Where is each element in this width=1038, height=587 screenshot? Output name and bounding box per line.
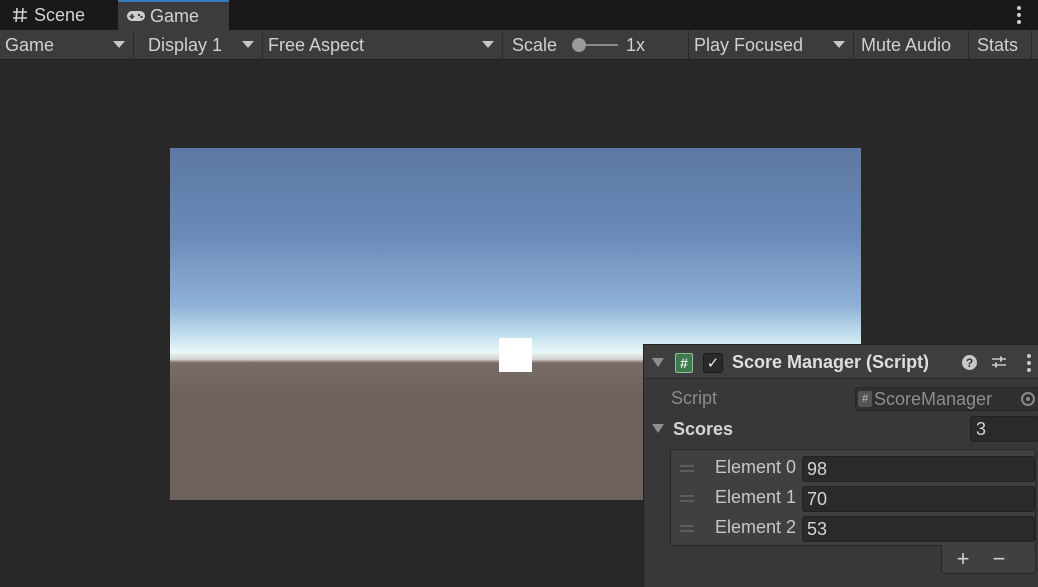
scores-size-field[interactable]: 3 — [970, 416, 1038, 442]
mute-audio-label: Mute Audio — [861, 34, 952, 55]
view-mode-label: Game — [5, 34, 55, 55]
tab-game-label: Game — [150, 5, 200, 26]
view-mode-dropdown[interactable]: Game — [0, 30, 134, 60]
scale-value: 1x — [626, 34, 646, 55]
chevron-down-icon — [833, 41, 845, 48]
component-menu-icon[interactable] — [1026, 354, 1032, 372]
window-tab-bar: Scene Game — [0, 0, 1038, 30]
scores-list: Element 0 98 Element 1 70 Element 2 53 — [670, 449, 1036, 546]
remove-element-button[interactable]: − — [984, 545, 1014, 572]
window-menu-icon[interactable] — [1016, 6, 1022, 24]
list-footer: + − — [941, 545, 1036, 574]
preset-sliders-icon[interactable] — [990, 353, 1008, 371]
display-dropdown[interactable]: Display 1 — [143, 30, 263, 60]
foldout-arrow-icon[interactable] — [652, 358, 664, 367]
list-item: Element 2 53 — [671, 513, 1035, 543]
white-cube — [499, 338, 532, 372]
component-title: Score Manager (Script) — [732, 352, 930, 372]
component-enabled-checkbox[interactable]: ✓ — [703, 353, 723, 373]
element-label: Element 1 — [715, 487, 797, 507]
element-value-field[interactable]: 53 — [802, 516, 1035, 542]
help-icon[interactable]: ? — [962, 355, 977, 370]
drag-handle-icon[interactable] — [680, 465, 694, 472]
aspect-label: Free Aspect — [268, 34, 365, 55]
add-element-button[interactable]: + — [948, 545, 978, 572]
play-mode-label: Play Focused — [694, 34, 804, 55]
game-view-toolbar: Game Display 1 Free Aspect Scale 1x Play… — [0, 30, 1038, 60]
aspect-dropdown[interactable]: Free Aspect — [263, 30, 503, 60]
script-value: ScoreManager — [874, 388, 993, 409]
scale-label: Scale — [512, 34, 558, 55]
scores-foldout-arrow-icon[interactable] — [652, 424, 664, 433]
element-value-field[interactable]: 70 — [802, 486, 1035, 512]
tab-scene-label: Scene — [34, 4, 86, 25]
play-mode-dropdown[interactable]: Play Focused — [689, 30, 854, 60]
score-manager-component: # ✓ Score Manager (Script) ? Script # Sc… — [643, 344, 1038, 587]
gamepad-icon — [126, 6, 146, 26]
object-picker-icon[interactable] — [1021, 392, 1035, 406]
grid-hash-icon — [10, 5, 30, 25]
stats-toggle[interactable]: Stats — [972, 30, 1032, 60]
stats-label: Stats — [977, 34, 1019, 55]
scale-slider-handle[interactable] — [572, 38, 586, 52]
tab-scene[interactable]: Scene — [0, 0, 116, 30]
display-label: Display 1 — [148, 34, 223, 55]
element-value-field[interactable]: 98 — [802, 456, 1035, 482]
list-item: Element 0 98 — [671, 453, 1035, 483]
tab-game[interactable]: Game — [118, 0, 229, 30]
chevron-down-icon — [482, 41, 494, 48]
script-hash-icon: # — [675, 353, 693, 373]
drag-handle-icon[interactable] — [680, 495, 694, 502]
scores-label[interactable]: Scores — [673, 419, 733, 440]
drag-handle-icon[interactable] — [680, 525, 694, 532]
script-object-field[interactable]: # ScoreManager — [855, 387, 1038, 411]
element-label: Element 0 — [715, 457, 797, 477]
script-label: Script — [671, 388, 718, 408]
list-item: Element 1 70 — [671, 483, 1035, 513]
chevron-down-icon — [242, 41, 254, 48]
chevron-down-icon — [113, 41, 125, 48]
element-label: Element 2 — [715, 517, 797, 537]
script-asset-icon: # — [858, 391, 872, 407]
mute-audio-toggle[interactable]: Mute Audio — [856, 30, 969, 60]
component-header[interactable]: # ✓ Score Manager (Script) ? — [644, 345, 1038, 379]
